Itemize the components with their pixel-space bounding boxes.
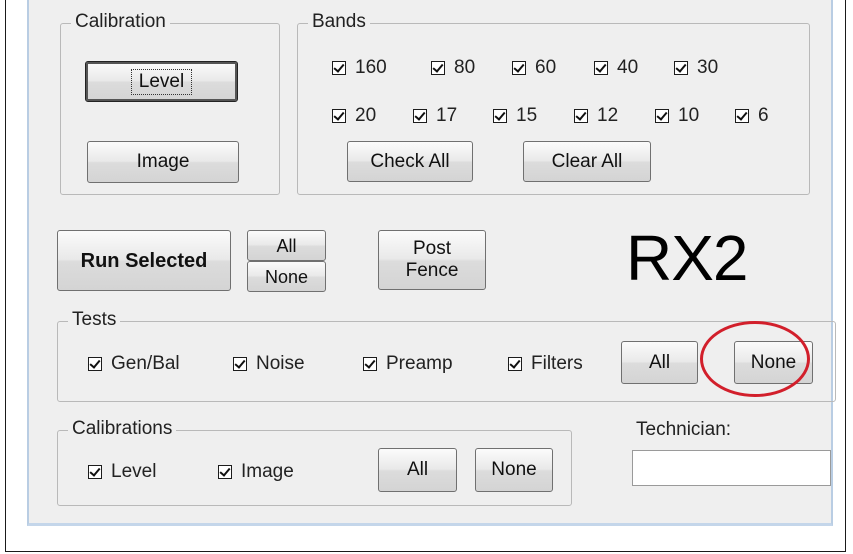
band-6-label: 6 [758,105,769,126]
run-selected-button[interactable]: Run Selected [57,230,231,291]
post-fence-label-line2: Fence [405,260,459,281]
band-17-checkbox[interactable]: 17 [413,105,457,127]
band-80-checkmark [431,61,445,75]
band-12-checkbox[interactable]: 12 [574,105,618,127]
band-80-label: 80 [454,57,476,78]
band-30-checkmark [674,61,688,75]
test-preamp-label: Preamp [386,353,453,374]
technician-label: Technician: [636,419,732,440]
band-160-label: 160 [355,57,387,78]
calibration-group: Calibration Level Image [60,11,280,195]
select-all-label: All [276,235,297,256]
band-40-checkmark [594,61,608,75]
tests-group-title: Tests [68,309,121,331]
select-all-button[interactable]: All [247,230,326,261]
clear-all-bands-label: Clear All [551,150,623,172]
calibrations-group-title: Calibrations [68,418,177,440]
band-12-checkmark [574,109,588,123]
image-button-label: Image [136,151,190,172]
band-12-label: 12 [597,105,619,126]
test-gen-bal-label: Gen/Bal [111,353,180,374]
image-button[interactable]: Image [87,141,239,183]
post-fence-label-line1: Post [412,238,452,259]
band-10-checkmark [655,109,669,123]
select-none-button[interactable]: None [247,261,326,292]
calibrations-none-button[interactable]: None [475,448,553,492]
band-17-checkmark [413,109,427,123]
check-all-bands-button[interactable]: Check All [347,141,473,182]
test-noise-checkmark [233,357,247,371]
check-all-bands-label: Check All [370,150,450,172]
band-60-checkmark [512,61,526,75]
band-20-label: 20 [355,105,377,126]
band-10-checkbox[interactable]: 10 [655,105,699,127]
test-preamp-checkbox[interactable]: Preamp [363,353,453,375]
test-filters-label: Filters [531,353,583,374]
band-60-checkbox[interactable]: 60 [512,57,556,79]
band-20-checkbox[interactable]: 20 [332,105,376,127]
test-filters-checkbox[interactable]: Filters [508,353,583,375]
test-noise-label: Noise [256,353,305,374]
test-preamp-checkmark [363,357,377,371]
clear-all-bands-button[interactable]: Clear All [523,141,651,182]
calibration-level-checkmark [88,465,102,479]
calibration-image-label: Image [241,461,294,482]
band-30-checkbox[interactable]: 30 [674,57,718,79]
calibration-image-checkbox[interactable]: Image [218,461,294,483]
run-selected-label: Run Selected [80,249,208,272]
technician-input[interactable] [632,450,831,486]
band-6-checkbox[interactable]: 6 [735,105,769,127]
calibrations-group: Calibrations Level Image All None [57,418,572,506]
level-button[interactable]: Level [85,61,238,102]
calibration-level-label: Level [111,461,157,482]
level-button-label: Level [130,68,193,95]
band-6-checkmark [735,109,749,123]
band-15-checkbox[interactable]: 15 [493,105,537,127]
tests-all-button[interactable]: All [621,341,698,384]
band-80-checkbox[interactable]: 80 [431,57,475,79]
tests-all-label: All [648,351,671,373]
band-30-label: 30 [697,57,719,78]
bands-group-title: Bands [308,11,370,33]
band-17-label: 17 [436,105,458,126]
test-gen-bal-checkbox[interactable]: Gen/Bal [88,353,180,375]
select-none-label: None [264,266,309,287]
band-60-label: 60 [535,57,557,78]
test-gen-bal-checkmark [88,357,102,371]
band-15-checkmark [493,109,507,123]
test-noise-checkbox[interactable]: Noise [233,353,305,375]
calibrations-none-label: None [491,459,537,480]
band-40-checkbox[interactable]: 40 [594,57,638,79]
band-10-label: 10 [678,105,700,126]
test-filters-checkmark [508,357,522,371]
highlight-circle-annotation [700,321,810,397]
calibrations-all-label: All [406,459,429,480]
band-40-label: 40 [617,57,639,78]
calibration-level-checkbox[interactable]: Level [88,461,156,483]
window-client-area: Calibration Level Image Bands 160 80 60 … [27,0,836,526]
band-160-checkbox[interactable]: 160 [332,57,387,79]
bands-group: Bands 160 80 60 40 30 20 17 15 12 10 6 C… [297,11,810,195]
band-15-label: 15 [516,105,538,126]
radio-model-label: RX2 [626,222,748,294]
calibration-group-title: Calibration [71,11,170,33]
band-20-checkmark [332,109,346,123]
post-fence-button[interactable]: Post Fence [378,230,486,290]
calibrations-all-button[interactable]: All [378,448,457,492]
band-160-checkmark [332,61,346,75]
calibration-image-checkmark [218,465,232,479]
